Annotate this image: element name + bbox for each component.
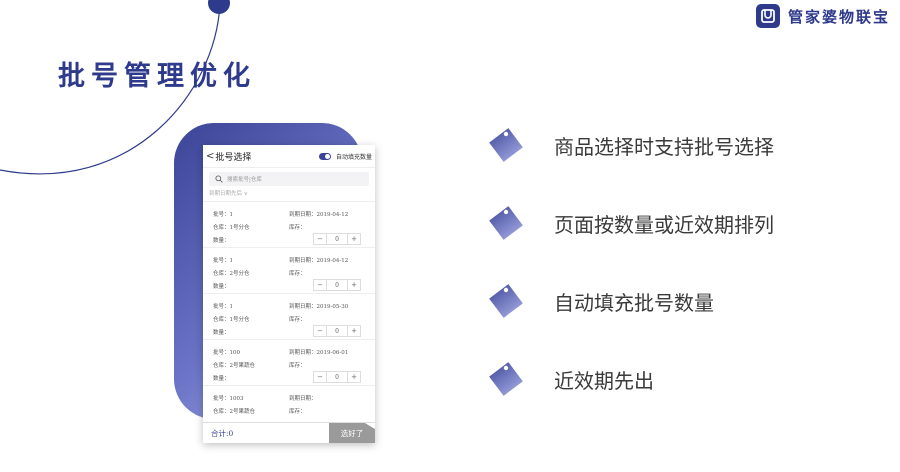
quantity-stepper: − 0 + [313, 233, 361, 245]
diamond-tag-icon [489, 284, 523, 318]
feature-item: 页面按数量或近效期排列 [486, 203, 774, 243]
plus-button[interactable]: + [348, 326, 360, 336]
expiry-date: 到期日期：2019-04-12 [289, 258, 349, 264]
expiry-date: 到期日期：2019-05-30 [289, 304, 349, 310]
phone-footer: 合计:0 选好了 [203, 422, 375, 443]
brand-name: 管家婆物联宝 [787, 7, 890, 26]
feature-item: 自动填充批号数量 [486, 281, 714, 321]
quantity-label: 数量： [213, 376, 230, 382]
quantity-stepper: − 0 + [313, 279, 361, 291]
total-count: 合计:0 [211, 428, 234, 438]
quantity-value[interactable]: 0 [326, 234, 348, 244]
stock: 库存： [289, 363, 306, 369]
stock: 库存： [289, 409, 306, 415]
diamond-tag-icon [489, 362, 523, 396]
list-item[interactable]: 批号：1 仓库：2号分仓 数量： 到期日期：2019-04-12 库存： − 0… [203, 248, 375, 294]
warehouse: 仓库：2号分仓 [213, 271, 250, 277]
quantity-value[interactable]: 0 [326, 372, 348, 382]
auto-fill-label: 自动填充数量 [335, 153, 372, 161]
minus-button[interactable]: − [314, 326, 326, 336]
quantity-stepper: − 0 + [313, 325, 361, 337]
search-placeholder: 搜索批号|仓库 [227, 177, 262, 183]
stock: 库存： [289, 317, 306, 323]
quantity-label: 数量： [213, 238, 230, 244]
expiry-date: 到期日期：2019-04-12 [289, 212, 349, 218]
quantity-value[interactable]: 0 [326, 280, 348, 290]
warehouse: 仓库：2号果蔬仓 [213, 363, 255, 369]
feature-text: 自动填充批号数量 [554, 290, 714, 315]
batch-list: 批号：1 仓库：1号分仓 数量： 到期日期：2019-04-12 库存： − 0… [203, 202, 375, 418]
quantity-value[interactable]: 0 [326, 326, 348, 336]
list-item[interactable]: 批号：1 仓库：1号分仓 数量： 到期日期：2019-05-30 库存： − 0… [203, 294, 375, 340]
list-item[interactable]: 批号：1003 仓库：2号果蔬仓 到期日期： 库存： [203, 386, 375, 418]
expiry-date: 到期日期：2019-06-01 [289, 350, 349, 356]
phone-header: < 批号选择 自动填充数量 [203, 145, 375, 168]
plus-button[interactable]: + [348, 234, 360, 244]
list-item[interactable]: 批号：1 仓库：1号分仓 数量： 到期日期：2019-04-12 库存： − 0… [203, 202, 375, 248]
warehouse: 仓库：1号分仓 [213, 225, 250, 231]
minus-button[interactable]: − [314, 280, 326, 290]
batch-number: 批号：1003 [213, 396, 244, 402]
brand-logo-icon [755, 4, 780, 28]
phone-page-title: 批号选择 [215, 152, 252, 163]
list-item[interactable]: 批号：100 仓库：2号果蔬仓 数量： 到期日期：2019-06-01 库存： … [203, 340, 375, 386]
search-input[interactable]: 搜索批号|仓库 [209, 172, 369, 186]
feature-item: 近效期先出 [486, 359, 654, 399]
plus-button[interactable]: + [348, 372, 360, 382]
feature-text: 商品选择时支持批号选择 [554, 134, 774, 159]
search-icon [215, 175, 223, 183]
quantity-label: 数量： [213, 284, 230, 290]
back-icon[interactable]: < [206, 151, 214, 162]
auto-fill-toggle[interactable] [318, 152, 331, 160]
phone-mockup: < 批号选择 自动填充数量 搜索批号|仓库 到期日期先后 ∨ 批号：1 仓库：1… [203, 145, 375, 443]
quantity-label: 数量： [213, 330, 230, 336]
feature-text: 近效期先出 [554, 368, 654, 393]
batch-number: 批号：1 [213, 258, 233, 264]
brand: 管家婆物联宝 [755, 4, 890, 28]
confirm-button[interactable]: 选好了 [329, 423, 375, 443]
feature-item: 商品选择时支持批号选择 [486, 125, 774, 165]
stock: 库存： [289, 225, 306, 231]
warehouse: 仓库：2号果蔬仓 [213, 409, 255, 415]
batch-number: 批号：100 [213, 350, 240, 356]
expiry-date: 到期日期： [289, 396, 317, 402]
minus-button[interactable]: − [314, 234, 326, 244]
feature-text: 页面按数量或近效期排列 [554, 212, 774, 237]
minus-button[interactable]: − [314, 372, 326, 382]
slide-title: 批号管理优化 [58, 61, 256, 92]
warehouse: 仓库：1号分仓 [213, 317, 250, 323]
diamond-tag-icon [489, 128, 523, 162]
diamond-tag-icon [489, 206, 523, 240]
stock: 库存： [289, 271, 306, 277]
batch-number: 批号：1 [213, 304, 233, 310]
plus-button[interactable]: + [348, 280, 360, 290]
sort-dropdown[interactable]: 到期日期先后 ∨ [203, 186, 375, 202]
batch-number: 批号：1 [213, 212, 233, 218]
quantity-stepper: − 0 + [313, 371, 361, 383]
